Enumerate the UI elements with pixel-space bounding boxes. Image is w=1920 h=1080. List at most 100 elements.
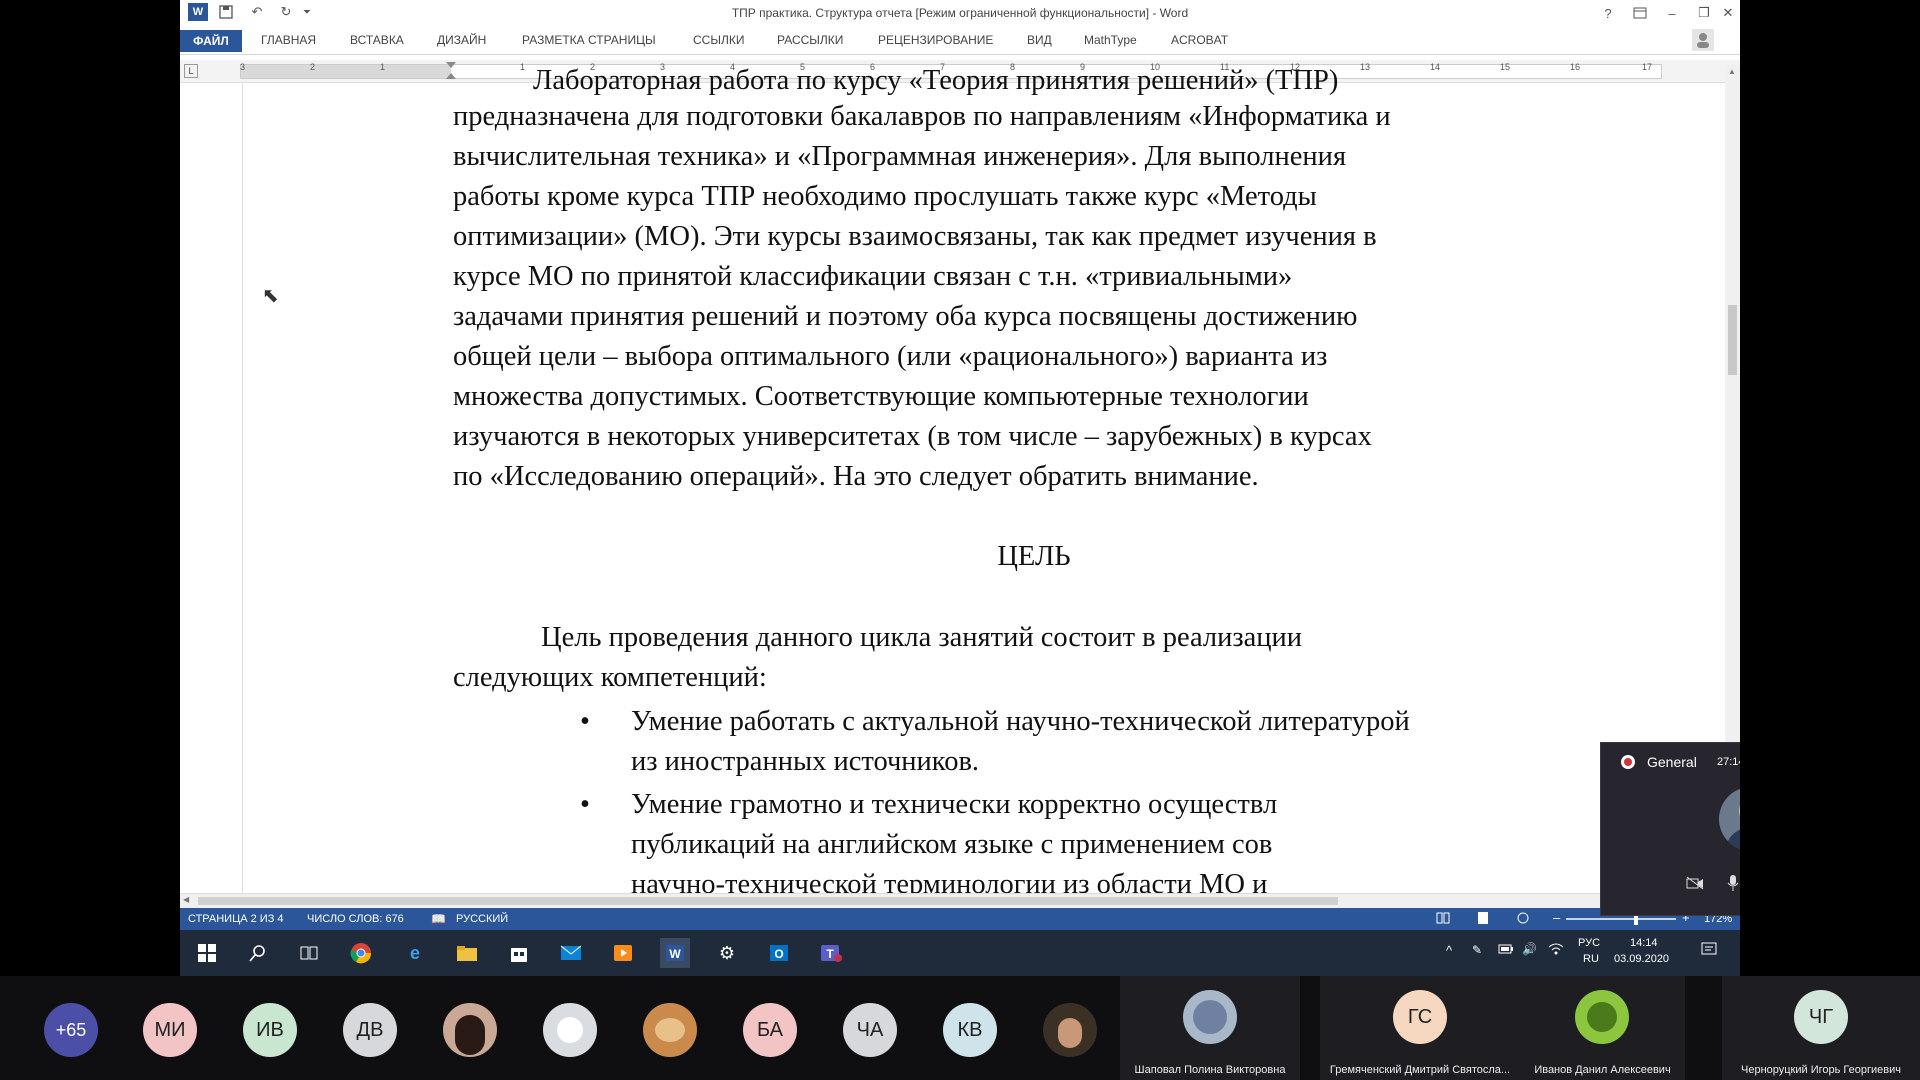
scroll-up-icon[interactable]: ▲ <box>1728 67 1736 76</box>
participant-avatar[interactable]: КВ <box>943 1003 997 1057</box>
tab-home[interactable]: ГЛАВНАЯ <box>261 33 316 47</box>
call-mini-window[interactable]: General 27:14 – <box>1600 742 1740 916</box>
participant-photo-avatar <box>1575 990 1629 1044</box>
participant-name: Гремяченский Дмитрий Святосла... <box>1329 1064 1511 1076</box>
tab-review[interactable]: РЕЦЕНЗИРОВАНИЕ <box>878 33 993 47</box>
tab-mathtype[interactable]: MathType <box>1084 33 1137 47</box>
read-mode-icon[interactable] <box>1436 912 1450 927</box>
tab-selector-icon[interactable]: L <box>184 64 198 78</box>
call-channel: General <box>1647 754 1697 770</box>
presenter-avatar <box>1719 787 1740 851</box>
volume-icon[interactable]: 🔊 <box>1522 942 1537 956</box>
pen-icon[interactable]: ✎ <box>1472 943 1482 957</box>
participants-strip: +65 МИ ИВ ДВ БА ЧА КВ Шаповал Полина Вик… <box>0 976 1920 1080</box>
participant-photo-avatar[interactable] <box>443 1003 497 1057</box>
word-count[interactable]: ЧИСЛО СЛОВ: 676 <box>307 913 404 925</box>
settings-icon[interactable]: ⚙ <box>712 938 742 968</box>
scroll-left-icon[interactable]: ◀ <box>183 895 189 904</box>
tab-view[interactable]: ВИД <box>1027 33 1052 47</box>
participant-avatar[interactable]: МИ <box>143 1003 197 1057</box>
teams-icon[interactable]: T <box>816 938 846 968</box>
svg-text:W: W <box>669 947 681 961</box>
bullet-icon: • <box>580 706 590 737</box>
tray-expand-icon[interactable]: ^ <box>1446 943 1452 958</box>
participant-tile[interactable]: ЧГ Черноруцкий Игорь Георгиевич <box>1722 976 1920 1080</box>
clock-time[interactable]: 14:14 <box>1630 937 1658 949</box>
horizontal-scrollbar[interactable]: ◀ <box>180 893 1725 908</box>
tab-page-layout[interactable]: РАЗМЕТКА СТРАНИЦЫ <box>522 33 656 47</box>
paragraph-last-line: по «Исследованию операций». На это следу… <box>453 461 1259 492</box>
camera-off-icon[interactable] <box>1681 869 1709 897</box>
web-layout-icon[interactable] <box>1516 912 1530 927</box>
participant-photo-avatar[interactable] <box>643 1003 697 1057</box>
input-language[interactable]: РУС <box>1578 937 1600 949</box>
tab-insert[interactable]: ВСТАВКА <box>350 33 404 47</box>
intro-line: следующих компетенций: <box>453 662 767 693</box>
wifi-icon[interactable] <box>1548 942 1564 959</box>
restore-button[interactable]: ❐ <box>1692 2 1716 24</box>
word-taskbar-icon[interactable]: W <box>660 938 690 968</box>
tab-acrobat[interactable]: ACROBAT <box>1171 33 1228 47</box>
horizontal-scroll-thumb[interactable] <box>198 897 1338 905</box>
internet-explorer-icon[interactable]: e <box>400 938 430 968</box>
more-participants-button[interactable]: +65 <box>44 1003 98 1057</box>
store-icon[interactable] <box>504 938 534 968</box>
file-explorer-icon[interactable] <box>452 938 482 968</box>
outlook-icon[interactable]: O <box>764 938 794 968</box>
svg-text:O: O <box>774 947 783 961</box>
participant-tile[interactable]: Шаповал Полина Викторовна <box>1120 976 1300 1080</box>
page-count[interactable]: СТРАНИЦА 2 ИЗ 4 <box>188 913 284 925</box>
bullet-icon: • <box>580 789 590 820</box>
participant-photo-avatar[interactable] <box>543 1003 597 1057</box>
tab-mailings[interactable]: РАССЫЛКИ <box>777 33 843 47</box>
search-icon[interactable] <box>243 938 273 968</box>
clock-date[interactable]: 03.09.2020 <box>1614 953 1669 965</box>
windows-start-icon[interactable] <box>192 938 222 968</box>
tab-references[interactable]: ССЫЛКИ <box>693 33 744 47</box>
participant-avatar[interactable]: ЧА <box>843 1003 897 1057</box>
title-bar: W ↶ ↻ ⏷ ТПР практика. Структура отчета [… <box>180 0 1740 26</box>
bullet-line: Умение грамотно и технически корректно о… <box>631 789 1278 820</box>
participant-photo-avatar[interactable] <box>1043 1003 1097 1057</box>
participant-avatar[interactable]: ДВ <box>343 1003 397 1057</box>
proofing-icon[interactable]: 📖 <box>431 912 446 926</box>
language-indicator[interactable]: РУССКИЙ <box>456 913 508 925</box>
paragraph-line: работы кроме курса ТПР необходимо прослу… <box>453 181 1317 212</box>
participant-tile[interactable]: ГС Гремяченский Дмитрий Святосла... <box>1320 976 1520 1080</box>
print-layout-icon[interactable] <box>1476 912 1490 927</box>
bullet-line: публикаций на английском языке с примене… <box>631 829 1273 860</box>
media-player-icon[interactable] <box>608 938 638 968</box>
notifications-icon[interactable] <box>1701 942 1717 961</box>
call-duration: 27:14 <box>1717 756 1740 768</box>
participant-photo-avatar <box>1183 990 1237 1044</box>
participant-name: Иванов Данил Алексеевич <box>1534 1064 1671 1076</box>
tab-design[interactable]: ДИЗАЙН <box>437 33 486 47</box>
input-language-code[interactable]: RU <box>1583 953 1599 965</box>
participant-avatar[interactable]: БА <box>743 1003 797 1057</box>
tab-file[interactable]: ФАЙЛ <box>180 30 242 52</box>
status-bar: СТРАНИЦА 2 ИЗ 4 ЧИСЛО СЛОВ: 676 📖 РУССКИ… <box>180 908 1740 930</box>
minimize-button[interactable]: – <box>1660 2 1684 24</box>
paragraph-line: оптимизации» (МО). Эти курсы взаимосвяза… <box>453 221 1377 252</box>
hanging-indent-marker[interactable] <box>446 73 456 79</box>
microphone-icon[interactable] <box>1719 869 1740 897</box>
zoom-out-button[interactable]: – <box>1553 910 1560 925</box>
mail-icon[interactable] <box>556 938 586 968</box>
help-button[interactable]: ? <box>1596 2 1620 24</box>
first-line-indent-marker[interactable] <box>446 62 456 68</box>
participant-avatar[interactable]: ИВ <box>243 1003 297 1057</box>
recording-indicator-icon <box>1621 755 1635 769</box>
close-button[interactable]: ✕ <box>1716 2 1740 24</box>
ruler-number: 1 <box>520 62 526 72</box>
zoom-slider[interactable] <box>1566 913 1676 925</box>
ruler-number: 17 <box>1642 62 1653 72</box>
ribbon-display-options-icon[interactable] <box>1628 2 1652 24</box>
user-account-icon[interactable] <box>1692 29 1714 51</box>
vertical-scroll-thumb[interactable] <box>1728 305 1737 375</box>
paragraph-line: общей цели – выбора оптимального (или «р… <box>453 341 1328 372</box>
chrome-icon[interactable] <box>346 938 376 968</box>
battery-icon[interactable] <box>1498 943 1514 957</box>
document-page[interactable]: ⬉ Лабораторная работа по курсу «Теория п… <box>180 65 1725 900</box>
task-view-icon[interactable] <box>294 938 324 968</box>
participant-tile[interactable]: Иванов Данил Алексеевич <box>1520 976 1685 1080</box>
